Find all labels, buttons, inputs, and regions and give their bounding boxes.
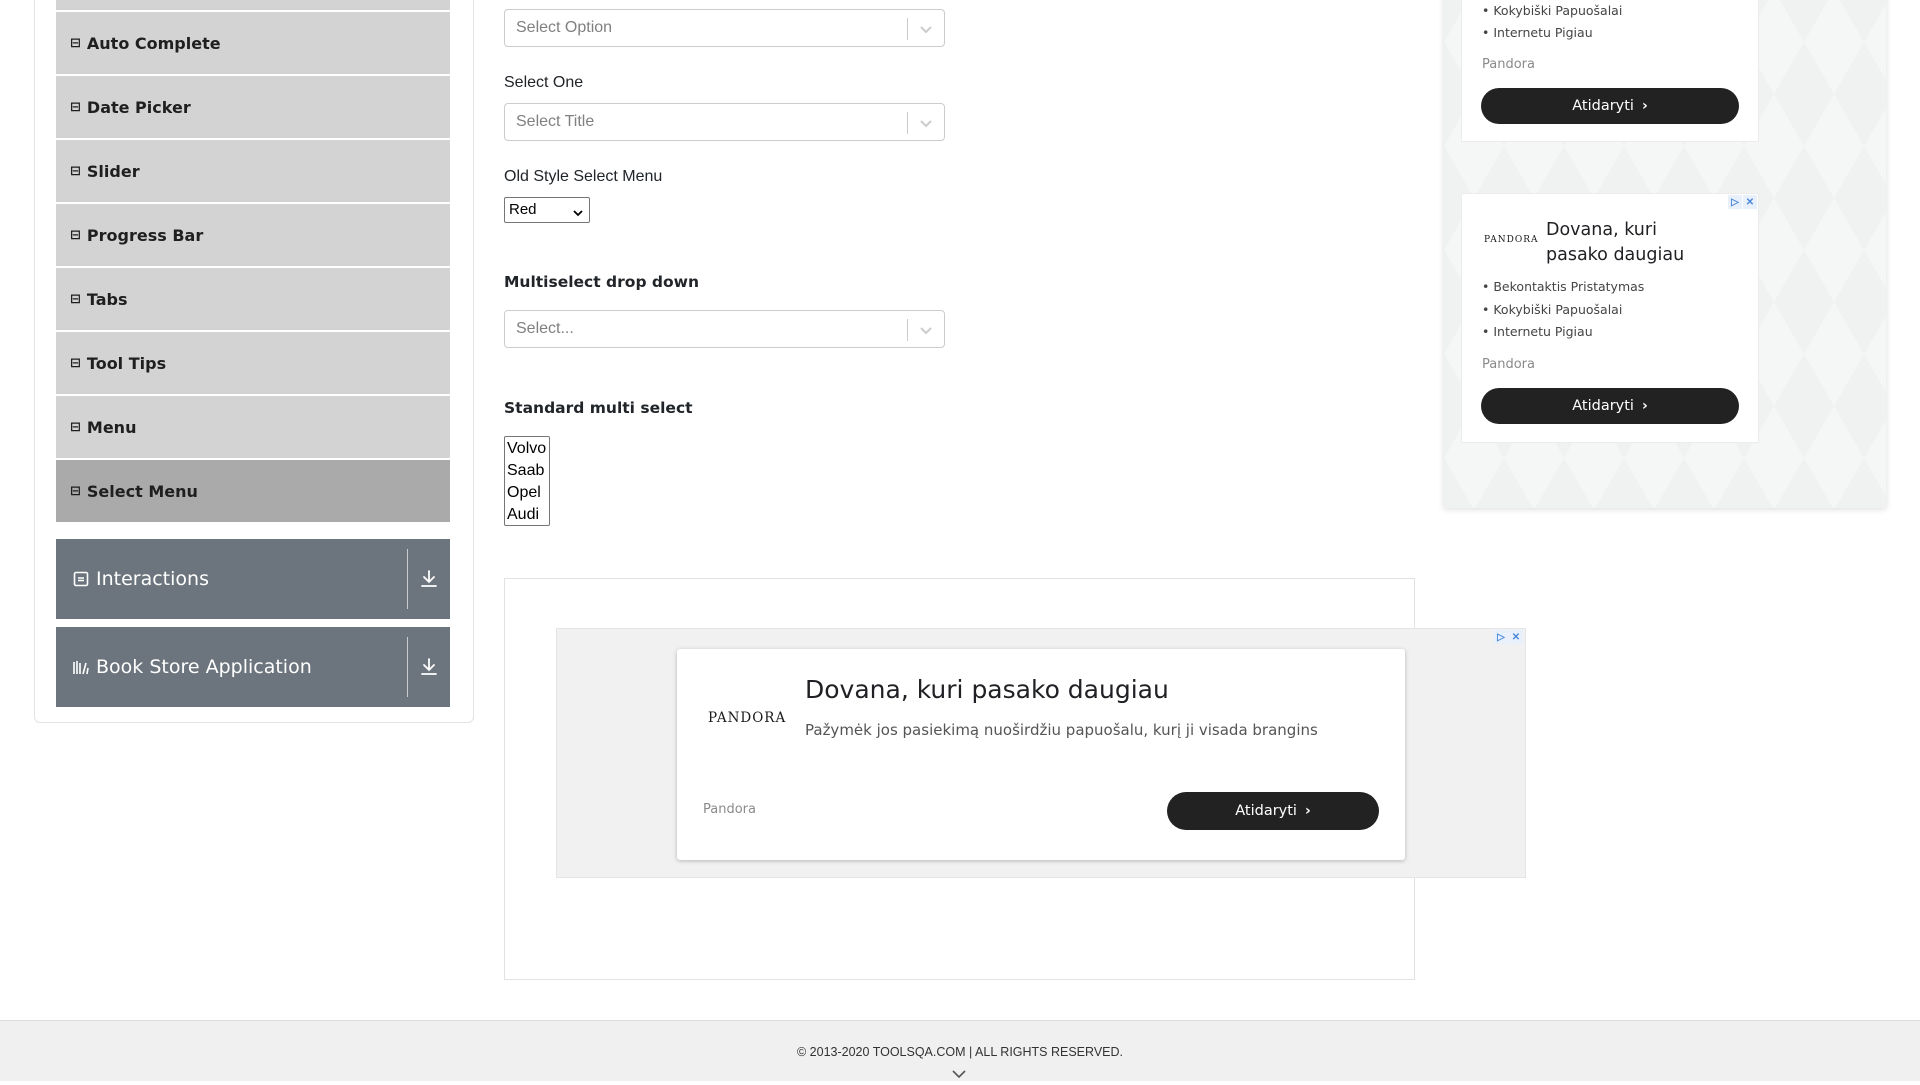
sidebar-item-label: Tabs <box>86 289 128 309</box>
book-store-icon <box>72 658 90 676</box>
ad-title-line1: Dovana, kuri <box>1546 220 1657 240</box>
dropdown-separator <box>907 112 908 134</box>
group-divider <box>407 637 408 697</box>
ad-button-label: Atidaryti <box>1235 803 1297 819</box>
pandora-logo: PANDORA <box>1484 235 1539 245</box>
download-icon[interactable] <box>417 655 441 679</box>
ad-bullet: • Internetu Pigiau <box>1482 324 1593 339</box>
chevron-right-icon: › <box>1641 98 1648 114</box>
sidebar-item-tabs[interactable]: ⊟ Tabs <box>56 268 450 330</box>
ad-open-button[interactable]: Atidaryti › <box>1481 88 1739 124</box>
multiselect-dropdown[interactable]: Select... <box>504 310 945 348</box>
chevron-right-icon: › <box>1304 803 1311 819</box>
ad-button-label: Atidaryti <box>1572 98 1634 114</box>
old-style-select[interactable]: Red <box>504 197 590 223</box>
sidebar-item-label: Auto Complete <box>86 33 221 53</box>
html-file-icon: ⊟ <box>70 163 81 179</box>
html-file-icon: ⊟ <box>70 227 81 243</box>
ad-title: Dovana, kuri pasako daugiau <box>805 675 1169 704</box>
group-divider <box>407 549 408 609</box>
ad-button-label: Atidaryti <box>1572 398 1634 414</box>
sidebar-item-tool-tips[interactable]: ⊟ Tool Tips <box>56 332 450 394</box>
html-file-icon: ⊟ <box>70 35 81 51</box>
ad-choices[interactable]: ▷ ✕ <box>1494 630 1523 644</box>
page-footer: © 2013-2020 TOOLSQA.COM | ALL RIGHTS RES… <box>0 1020 1920 1081</box>
sidebar-item-menu[interactable]: ⊟ Menu <box>56 396 450 458</box>
select-one-placeholder: Select Title <box>516 113 595 130</box>
standard-multi-select-label: Standard multi select <box>504 399 693 417</box>
sidebar-item-progress-bar[interactable]: ⊟ Progress Bar <box>56 204 450 266</box>
multi-select-option-volvo[interactable]: Volvo <box>507 438 547 460</box>
right-ad-card-second[interactable]: ▷ ✕ PANDORA Dovana, kuri pasako daugiau … <box>1461 193 1759 443</box>
ad-brand: Pandora <box>703 802 756 817</box>
ad-text: Pažymėk jos pasiekimą nuoširdžiu papuoša… <box>805 721 1318 739</box>
multiselect-label: Multiselect drop down <box>504 273 700 291</box>
sidebar-item-slider[interactable]: ⊟ Slider <box>56 140 450 202</box>
chevron-down-icon <box>572 203 584 217</box>
group-label: Interactions <box>96 568 209 590</box>
close-icon[interactable]: ✕ <box>1743 195 1757 209</box>
sidebar-item-label: Tool Tips <box>86 353 167 373</box>
scroll-down-icon[interactable] <box>950 1067 968 1079</box>
chevron-down-icon <box>918 322 934 338</box>
dropdown-separator <box>907 18 908 40</box>
chevron-down-icon <box>918 115 934 131</box>
dropdown-separator <box>907 319 908 341</box>
ad-choices[interactable]: ▷ ✕ <box>1728 195 1757 209</box>
html-file-icon: ⊟ <box>70 419 81 435</box>
select-one-dropdown[interactable]: Select Title <box>504 103 945 141</box>
close-icon[interactable]: ✕ <box>1509 630 1523 644</box>
select-value-placeholder: Select Option <box>516 19 613 36</box>
select-value-dropdown[interactable]: Select Option <box>504 9 945 47</box>
html-file-icon: ⊟ <box>70 483 81 499</box>
html-file-icon: ⊟ <box>70 291 81 307</box>
sidebar-item-label: Select Menu <box>86 481 198 501</box>
ad-info-icon[interactable]: ▷ <box>1728 195 1742 209</box>
sidebar-item-partial <box>56 0 450 10</box>
ad-card[interactable]: PANDORA Dovana, kuri pasako daugiau Pažy… <box>677 649 1405 860</box>
ad-open-button[interactable]: Atidaryti › <box>1481 388 1739 424</box>
ad-bullet: • Internetu Pigiau <box>1482 25 1593 40</box>
html-file-icon: ⊟ <box>70 355 81 371</box>
chevron-down-icon <box>918 21 934 37</box>
old-style-select-value: Red <box>509 201 537 218</box>
ad-bullet: • Kokybiški Papuošalai <box>1482 302 1623 317</box>
sidebar-item-date-picker[interactable]: ⊟ Date Picker <box>56 76 450 138</box>
sidebar-item-auto-complete[interactable]: ⊟ Auto Complete <box>56 12 450 74</box>
ad-title-line2: pasako daugiau <box>1546 245 1685 265</box>
ad-open-button[interactable]: Atidaryti › <box>1167 792 1379 830</box>
pandora-logo: PANDORA <box>708 710 787 726</box>
select-one-label: Select One <box>504 74 584 91</box>
sidebar-item-label: Menu <box>86 417 137 437</box>
sidebar-item-select-menu[interactable]: ⊟ Select Menu <box>56 460 450 522</box>
sidebar-item-label: Progress Bar <box>86 225 204 245</box>
interactions-icon <box>72 570 90 588</box>
download-icon[interactable] <box>417 567 441 591</box>
ad-brand: Pandora <box>1482 57 1535 72</box>
group-label: Book Store Application <box>96 656 312 678</box>
chevron-right-icon: › <box>1641 398 1648 414</box>
group-header-book-store[interactable]: Book Store Application <box>56 627 450 707</box>
html-file-icon: ⊟ <box>70 99 81 115</box>
ad-bullet: • Bekontaktis Pristatymas <box>1482 279 1645 294</box>
old-style-select-label: Old Style Select Menu <box>504 168 663 185</box>
footer-copyright: © 2013-2020 TOOLSQA.COM | ALL RIGHTS RES… <box>796 1045 1123 1059</box>
multiselect-placeholder: Select... <box>516 320 574 337</box>
standard-multi-select[interactable]: Volvo Saab Opel Audi <box>504 436 550 526</box>
ad-info-icon[interactable]: ▷ <box>1494 630 1508 644</box>
ad-bullet: • Kokybiški Papuošalai <box>1482 3 1623 18</box>
sidebar-item-label: Slider <box>86 161 140 181</box>
multi-select-option-saab[interactable]: Saab <box>507 460 547 482</box>
right-ad-card-top[interactable]: • Kokybiški Papuošalai • Internetu Pigia… <box>1461 0 1759 142</box>
multi-select-option-audi[interactable]: Audi <box>507 504 547 525</box>
ad-brand: Pandora <box>1482 357 1535 372</box>
group-header-interactions[interactable]: Interactions <box>56 539 450 619</box>
multi-select-option-opel[interactable]: Opel <box>507 482 547 504</box>
sidebar-item-label: Date Picker <box>86 97 191 117</box>
